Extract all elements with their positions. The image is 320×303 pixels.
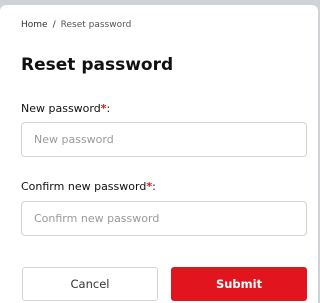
new-password-label: New password*: xyxy=(21,102,110,115)
cancel-button[interactable]: Cancel xyxy=(22,267,158,301)
confirm-password-label: Confirm new password*: xyxy=(21,180,156,193)
breadcrumb-home-link[interactable]: Home xyxy=(21,20,48,30)
breadcrumb-separator: / xyxy=(52,20,56,30)
page-title: Reset password xyxy=(21,55,174,75)
breadcrumb-current: Reset password xyxy=(60,20,132,30)
reset-password-card: Home / Reset password Reset password New p… xyxy=(0,5,318,303)
confirm-password-label-text: Confirm new password xyxy=(21,180,147,193)
new-password-input[interactable] xyxy=(21,122,307,157)
label-colon: : xyxy=(152,180,156,193)
label-colon: : xyxy=(106,102,111,115)
submit-button[interactable]: Submit xyxy=(171,267,307,301)
new-password-label-text: New password xyxy=(21,102,101,115)
breadcrumb: Home / Reset password xyxy=(21,20,131,30)
confirm-password-input[interactable] xyxy=(21,201,307,236)
